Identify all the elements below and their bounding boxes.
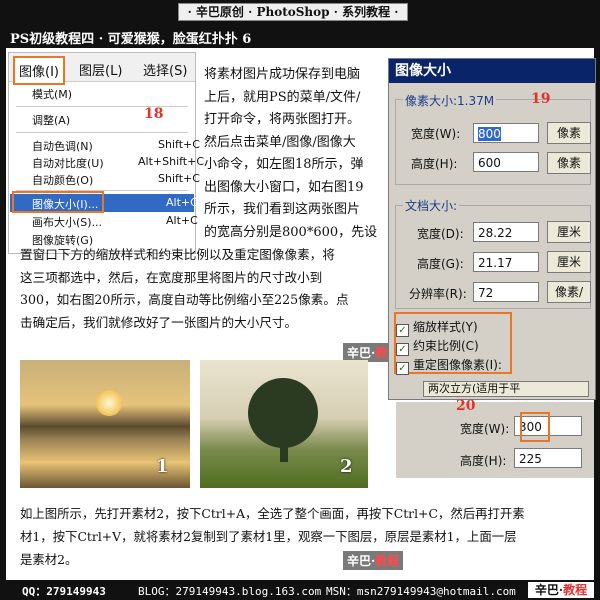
watermark-logo: 辛巴·教程 xyxy=(342,550,405,571)
menubar: 图像(I) 图层(L) 选择(S) xyxy=(9,53,195,85)
menu-item-mode[interactable]: 模式(M) xyxy=(32,86,72,102)
resample-image-checkbox[interactable]: ✓ 重定图像像素(I): xyxy=(396,356,502,375)
height-unit-select[interactable]: 像素 xyxy=(547,152,591,174)
scale-styles-checkbox[interactable]: ✓ 缩放样式(Y) xyxy=(396,318,478,337)
material-image-2: 2 xyxy=(200,360,368,488)
dialog-title: 图像大小 xyxy=(389,59,595,83)
step-number-18: 18 xyxy=(144,106,164,122)
doc-width-input[interactable]: 28.22 xyxy=(473,222,539,242)
checkbox-label: 约束比例(C) xyxy=(413,339,479,353)
menu-item-canvas-size[interactable]: 画布大小(S)... xyxy=(32,214,102,230)
width-label: 宽度(W): xyxy=(411,127,461,141)
text-line: 击确定后，我们就修改好了一张图片的大小尺寸。 xyxy=(20,314,298,330)
new-height-input[interactable]: 225 xyxy=(514,448,582,468)
step-number-19: 19 xyxy=(531,91,551,107)
doc-height-unit-select[interactable]: 厘米 xyxy=(547,251,591,273)
menu-item-shortcut: Alt+C xyxy=(166,214,198,227)
menu-item-adjust[interactable]: 调整(A) xyxy=(32,112,70,128)
pixel-dimensions-title: 像素大小:1.37M xyxy=(403,92,497,109)
width-input[interactable]: 800 xyxy=(473,123,539,143)
text-line: 300，如右图20所示，高度自动等比例缩小至225像素。点 xyxy=(20,292,349,307)
text-line: 材1，按下Ctrl+V，就将素材2复制到了素材1里，观察一下图层，原层是素材1，… xyxy=(20,529,517,544)
text-line: 所示，我们看到这两张图片 xyxy=(204,202,361,217)
checkbox-label: 缩放样式(Y) xyxy=(413,320,478,334)
text-line: 打开命令，将两张图打开。 xyxy=(204,112,361,127)
page-frame: · 辛巴原创 · PhotoShop · 系列教程 · PS初级教程四 · 可爱… xyxy=(0,0,600,600)
menu-separator xyxy=(16,132,188,133)
series-title: · 辛巴原创 · PhotoShop · 系列教程 · xyxy=(178,3,408,21)
height-label: 高度(H): xyxy=(411,157,458,171)
instruction-text-right: 将素材图片成功保存到电脑 上后，就用PS的菜单/文件/ 打开命令，将两张图打开。… xyxy=(204,64,386,244)
material-image-1: 1 xyxy=(20,360,190,488)
resolution-input[interactable]: 72 xyxy=(473,282,539,302)
doc-width-label: 宽度(D): xyxy=(417,227,464,241)
menu-tab-layer[interactable]: 图层(L) xyxy=(79,60,122,79)
checkbox-check-icon: ✓ xyxy=(396,343,409,356)
footer-blog: BLOG：279149943.blog.163.com xyxy=(138,585,322,598)
text-line: 出图像大小窗口，如右图19 xyxy=(204,179,364,195)
footer-bar: QQ：279149943 BLOG：279149943.blog.163.com… xyxy=(0,580,600,600)
footer-logo: 辛巴·教程 xyxy=(528,582,594,598)
checkbox-check-icon: ✓ xyxy=(396,362,409,375)
image-size-highlight-box xyxy=(12,191,104,213)
footer-qq: QQ：279149943 xyxy=(22,585,106,598)
image-number-2: 2 xyxy=(340,456,353,477)
text-line: 小命令，如左图18所示，弹 xyxy=(204,157,364,172)
tree-trunk-shape xyxy=(280,440,288,462)
constrain-proportions-checkbox[interactable]: ✓ 约束比例(C) xyxy=(396,337,479,356)
top-bar: · 辛巴原创 · PhotoShop · 系列教程 · xyxy=(0,0,600,22)
menu-item-shortcut: Shift+C xyxy=(158,172,200,185)
instruction-text-full: 置窗口下方的缩放样式和约束比例以及重定图像像素，将 这三项都选中，然后，在宽度那… xyxy=(20,244,384,334)
lesson-stripe: PS初级教程四 · 可爱猴猴，脸蛋红扑扑 6 xyxy=(0,26,600,47)
menu-item-auto-contrast[interactable]: 自动对比度(U) xyxy=(32,155,104,171)
new-width-highlight-box xyxy=(520,412,550,442)
resample-method-select[interactable]: 两次立方(适用于平 xyxy=(423,381,589,397)
menu-tab-image[interactable]: 图像(I) xyxy=(13,56,65,85)
instruction-text-bottom: 如上图所示，先打开素材2，按下Ctrl+A，全选了整个画面，再按下Ctrl+C，… xyxy=(20,502,590,571)
step-number-20: 20 xyxy=(456,398,476,414)
checkbox-check-icon: ✓ xyxy=(396,324,409,337)
menu-tab-select[interactable]: 选择(S) xyxy=(143,60,187,79)
height-input[interactable]: 600 xyxy=(473,152,539,172)
text-line: 然后点击菜单/图像/图像大 xyxy=(204,134,356,150)
tree-shape xyxy=(248,378,318,448)
text-line: 的宽高分别是800*600，先设 xyxy=(204,224,378,240)
new-height-label: 高度(H): xyxy=(460,454,507,468)
lesson-title: PS初级教程四 · 可爱猴猴，脸蛋红扑扑 6 xyxy=(10,32,252,47)
resolution-unit-select[interactable]: 像素/ xyxy=(547,281,591,303)
menu-item-auto-levels[interactable]: 自动色调(N) xyxy=(32,138,93,154)
document-size-title: 文档大小: xyxy=(403,197,460,214)
text-line: 这三项都选中，然后，在宽度那里将图片的尺寸改小到 xyxy=(20,269,323,285)
doc-height-input[interactable]: 21.17 xyxy=(473,252,539,272)
doc-width-unit-select[interactable]: 厘米 xyxy=(547,221,591,243)
menu-item-auto-color[interactable]: 自动颜色(O) xyxy=(32,172,93,188)
menu-item-shortcut: Alt+Shift+C xyxy=(138,155,205,168)
text-line: 将素材图片成功保存到电脑 xyxy=(204,67,361,82)
width-unit-select[interactable]: 像素 xyxy=(547,122,591,144)
new-width-label: 宽度(W): xyxy=(460,422,510,436)
text-line: 上后，就用PS的菜单/文件/ xyxy=(204,89,361,105)
doc-height-label: 高度(G): xyxy=(417,257,464,271)
text-line: 如上图所示，先打开素材2，按下Ctrl+A，全选了整个画面，再按下Ctrl+C，… xyxy=(20,506,525,521)
text-line: 置窗口下方的缩放样式和约束比例以及重定图像像素，将 xyxy=(20,247,335,262)
sun-shape xyxy=(96,390,122,416)
text-line: 是素材2。 xyxy=(20,552,78,567)
resolution-label: 分辨率(R): xyxy=(409,287,467,301)
image-number-1: 1 xyxy=(156,456,169,477)
menu-item-shortcut: Shift+C xyxy=(158,138,200,151)
checkbox-label: 重定图像像素(I): xyxy=(413,358,502,372)
footer-msn: MSN：msn279149943@hotmail.com xyxy=(326,585,516,598)
menu-item-shortcut: Alt+C xyxy=(166,196,198,209)
